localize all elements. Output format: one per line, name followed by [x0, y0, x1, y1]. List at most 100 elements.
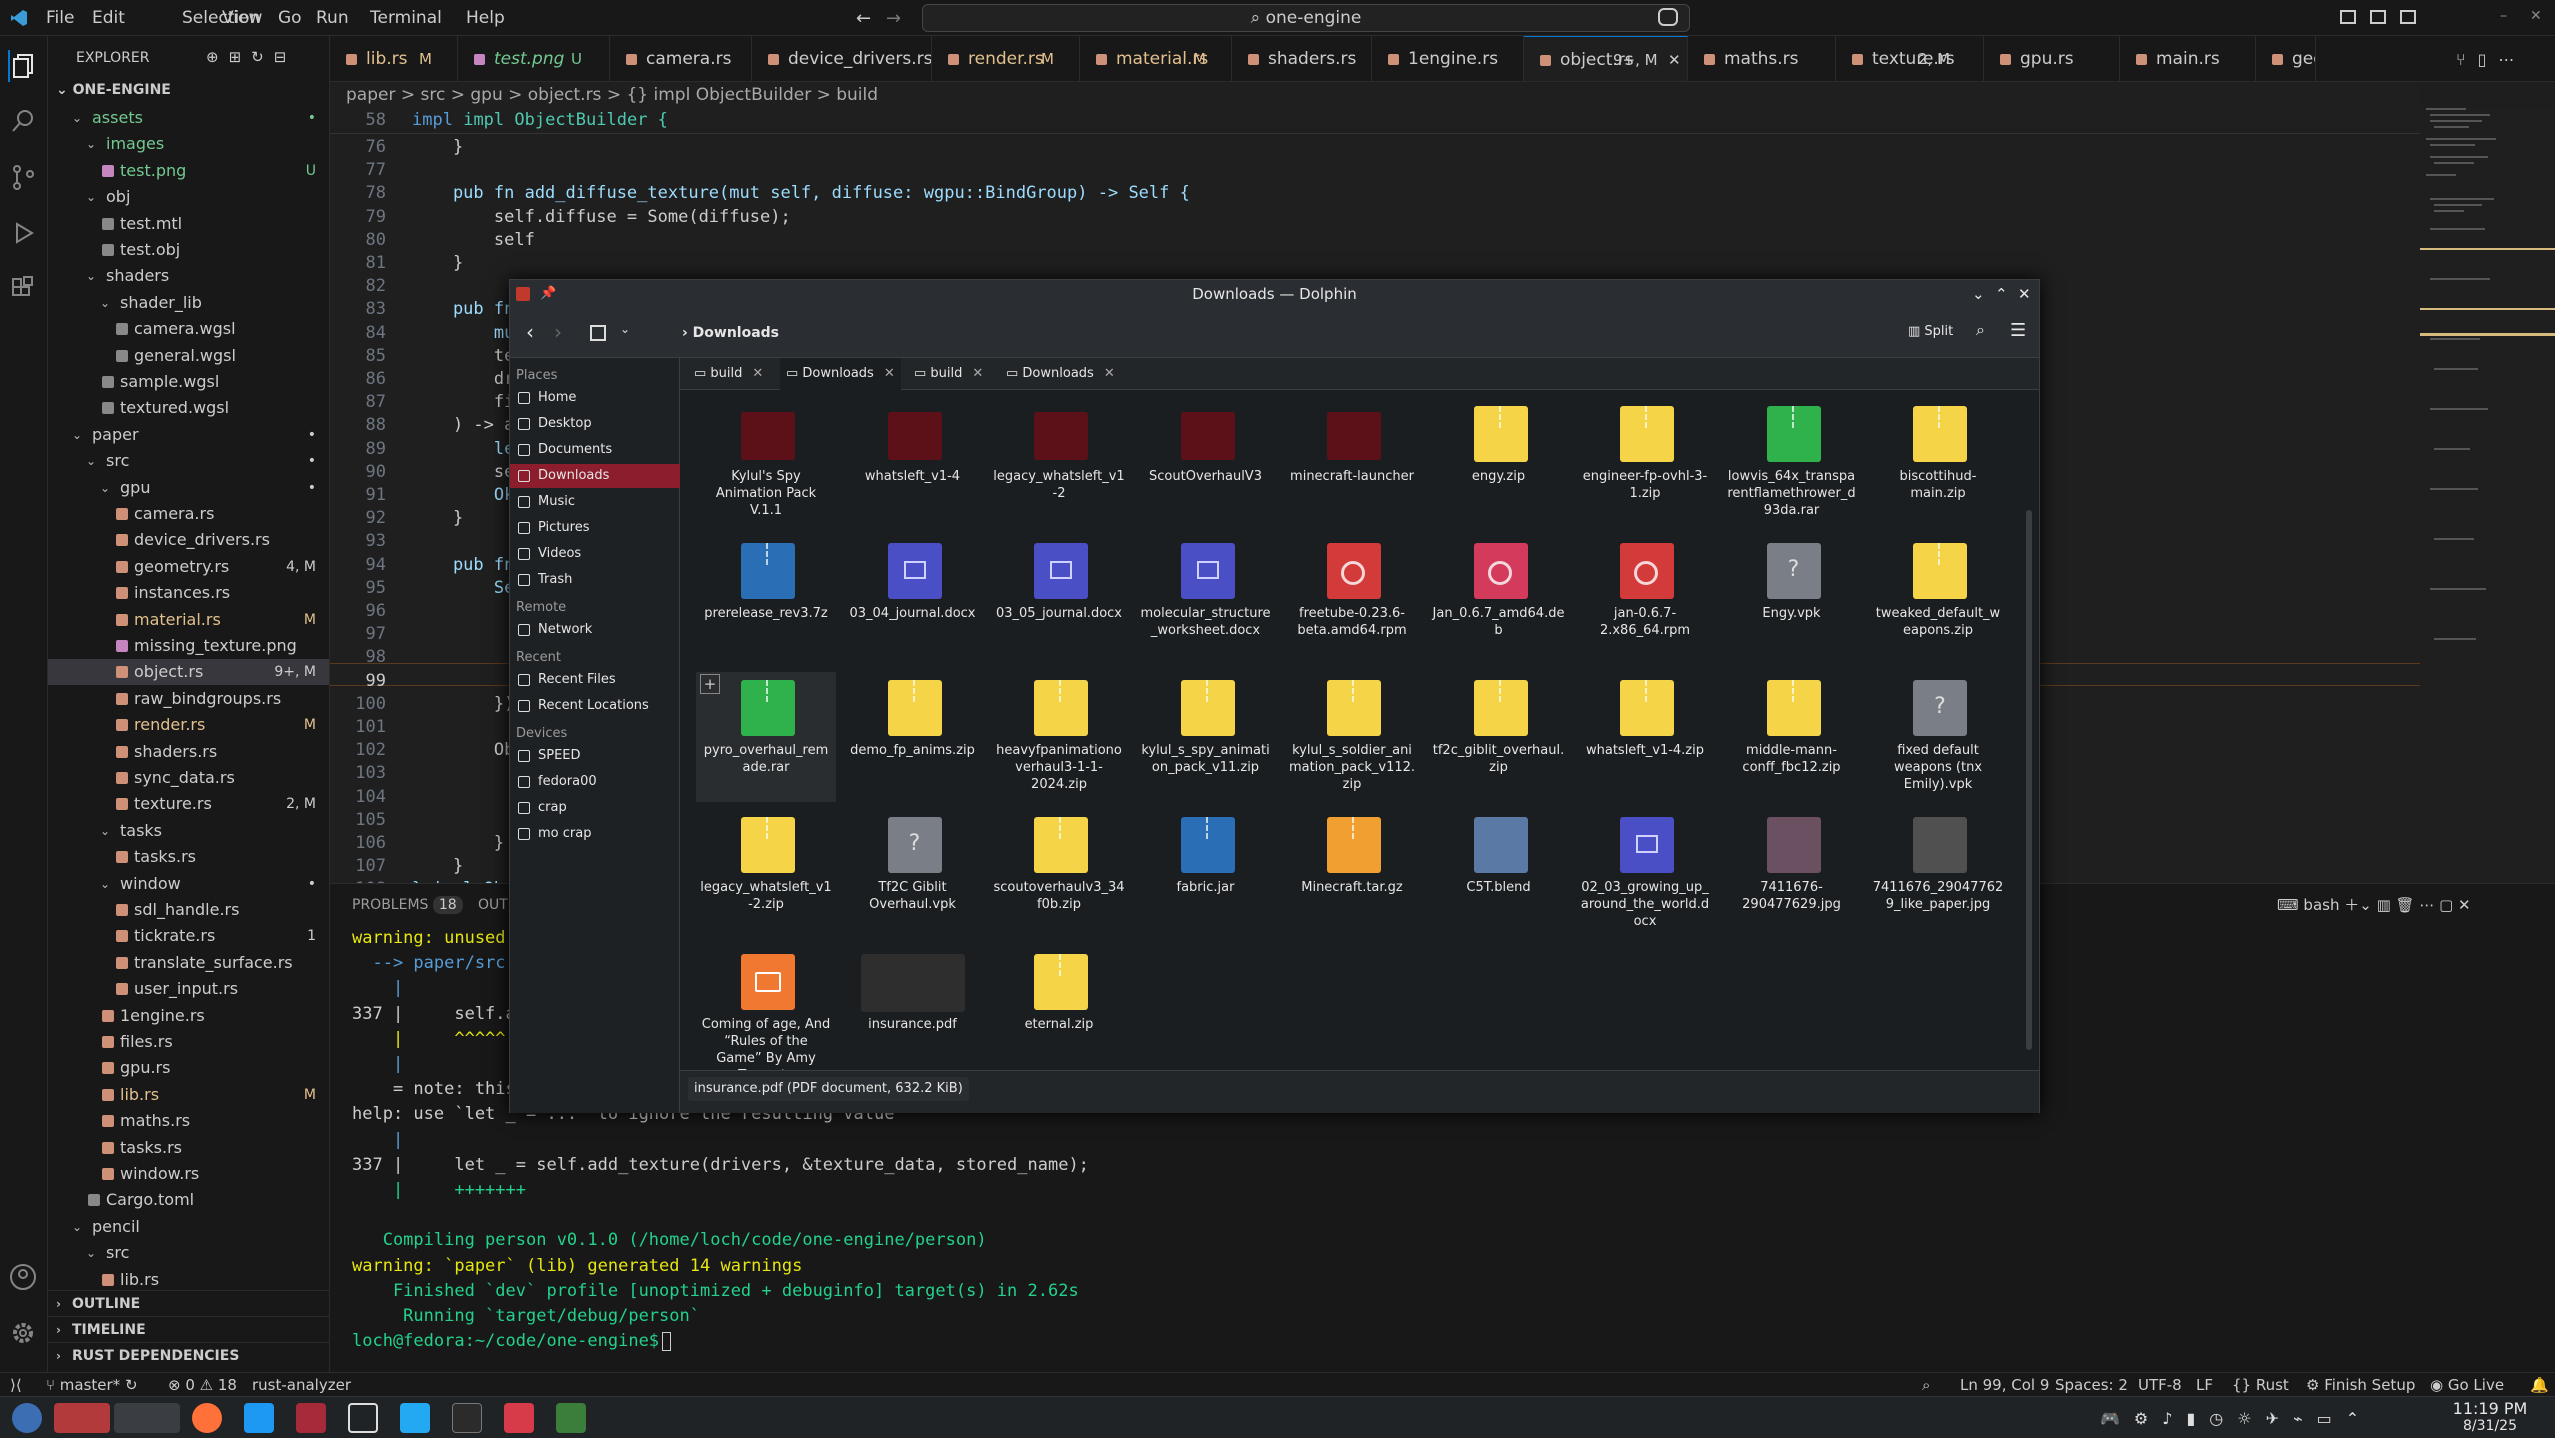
nav-back-icon[interactable]: ‹	[526, 320, 534, 344]
notifications-icon[interactable]: 🔔	[2530, 1373, 2549, 1397]
editor-actions[interactable]: ⑂▯⋯	[2456, 50, 2550, 70]
place-fedora00[interactable]: fedora00	[510, 770, 680, 794]
virtual-desktop-2[interactable]	[114, 1403, 180, 1433]
tab-geom[interactable]: geom	[2256, 36, 2316, 81]
pin-icon[interactable]: 📌	[540, 280, 556, 308]
firefox-icon[interactable]	[192, 1403, 222, 1433]
tree-file[interactable]: device_drivers.rs	[48, 527, 329, 553]
toggle-sidebar-icon[interactable]	[2340, 10, 2356, 24]
place-desktop[interactable]: Desktop	[510, 412, 680, 436]
tab-gpu-rs[interactable]: gpu.rs	[1984, 36, 2120, 81]
file-item[interactable]: middle-mann-conff_fbc12.zip	[1722, 672, 1862, 802]
app-red-icon[interactable]	[504, 1403, 534, 1433]
virtual-desktop-1[interactable]	[54, 1403, 110, 1433]
file-item[interactable]: 03_04_journal.docx	[843, 535, 983, 665]
nav-forward-icon[interactable]: ›	[554, 320, 562, 344]
image-viewer-icon[interactable]	[556, 1403, 586, 1433]
file-item[interactable]: whatsleft_v1-4.zip	[1575, 672, 1715, 802]
tree-folder[interactable]: ⌄ shaders	[48, 263, 329, 289]
file-item[interactable]: ? Tf2C Giblit Overhaul.vpk	[843, 809, 983, 939]
tree-file[interactable]: test.mtl	[48, 211, 329, 237]
tab-1engine-rs[interactable]: 1engine.rs	[1372, 36, 1524, 81]
tab-test-png[interactable]: test.png U	[458, 36, 610, 81]
place-network[interactable]: Network	[510, 618, 680, 642]
tree-file[interactable]: test.png U	[48, 158, 329, 184]
terminal-icon[interactable]	[452, 1403, 482, 1433]
tree-file[interactable]: material.rs M	[48, 607, 329, 633]
tree-folder[interactable]: ⌄ window •	[48, 871, 329, 897]
file-item[interactable]: scoutoverhaulv3_34f0b.zip	[989, 809, 1129, 939]
file-item[interactable]: demo_fp_anims.zip	[843, 672, 983, 802]
tree-file[interactable]: translate_surface.rs	[48, 950, 329, 976]
place-speed[interactable]: SPEED	[510, 744, 680, 768]
tree-folder[interactable]: ⌄ src	[48, 1240, 329, 1266]
tree-file[interactable]: maths.rs	[48, 1108, 329, 1134]
menu-run[interactable]: Run	[316, 0, 349, 36]
finish-setup[interactable]: ⚙ Finish Setup	[2306, 1373, 2415, 1397]
section-rust-dependencies[interactable]: › RUST DEPENDENCIES	[48, 1342, 329, 1368]
tree-file[interactable]: Cargo.toml	[48, 1187, 329, 1213]
file-item[interactable]: legacy_whatsleft_v1-2.zip	[696, 809, 836, 939]
explorer-actions[interactable]: ⊕⊞↻⊟	[206, 48, 296, 66]
window-maximize-icon[interactable]: ⌃	[1995, 280, 2008, 308]
file-item[interactable]: C5T.blend	[1429, 809, 1569, 939]
section-outline[interactable]: › OUTLINE	[48, 1290, 329, 1316]
branch-indicator[interactable]: ⑂ master* ↻	[46, 1373, 138, 1397]
dolphin-tab-0[interactable]: ▭ build ✕	[688, 358, 769, 390]
tab-main-rs[interactable]: main.rs	[2120, 36, 2256, 81]
tab-close-icon[interactable]: ✕	[1668, 37, 1681, 81]
place-downloads[interactable]: Downloads	[510, 464, 680, 488]
tree-folder[interactable]: ⌄ shader_lib	[48, 290, 329, 316]
source-control-icon[interactable]	[8, 162, 40, 194]
settings-gear-icon[interactable]	[8, 1318, 40, 1350]
tab-close-icon[interactable]: ✕	[1104, 366, 1115, 381]
file-item[interactable]: 7411676-290477629.jpg	[1722, 809, 1862, 939]
encoding[interactable]: UTF-8	[2138, 1373, 2182, 1397]
tab-render-rs[interactable]: render.rs M	[932, 36, 1080, 81]
kate-icon[interactable]	[348, 1403, 378, 1433]
tab-lib-rs[interactable]: lib.rs M	[330, 36, 458, 81]
command-center-search[interactable]: ⌕ one-engine	[922, 4, 1690, 32]
tree-file[interactable]: sync_data.rs	[48, 765, 329, 791]
menu-file[interactable]: File	[46, 0, 74, 36]
file-item[interactable]: fabric.jar	[1136, 809, 1276, 939]
tree-file[interactable]: geometry.rs 4, M	[48, 554, 329, 580]
tree-file[interactable]: window.rs	[48, 1161, 329, 1187]
place-home[interactable]: Home	[510, 386, 680, 410]
minimize-icon[interactable]: –	[2500, 8, 2507, 24]
close-icon[interactable]: ✕	[2530, 8, 2542, 24]
tree-file[interactable]: shaders.rs	[48, 739, 329, 765]
tab-object-rs[interactable]: object.rs 9+, M ✕	[1524, 36, 1688, 81]
clock[interactable]: 11:19 PM 8/31/25	[2440, 1399, 2540, 1434]
location-bar[interactable]: › Downloads	[682, 316, 1902, 350]
file-item[interactable]: 02_03_growing_up_around_the_world.docx	[1575, 809, 1715, 939]
file-item[interactable]: biscottihud-main.zip	[1868, 398, 2008, 528]
tree-file[interactable]: render.rs M	[48, 712, 329, 738]
breadcrumb[interactable]: paper > src > gpu > object.rs > {} impl …	[330, 82, 2420, 108]
tab-problems[interactable]: PROBLEMS 18	[352, 884, 463, 926]
file-item[interactable]: prerelease_rev3.7z	[696, 535, 836, 665]
toggle-panel-icon[interactable]	[2370, 10, 2386, 24]
dolphin-tab-3[interactable]: ▭ Downloads ✕	[1000, 358, 1121, 390]
fedora-launcher-icon[interactable]	[12, 1403, 42, 1433]
indentation[interactable]: Spaces: 2	[2055, 1373, 2128, 1397]
place-trash[interactable]: Trash	[510, 568, 680, 592]
tree-file[interactable]: user_input.rs	[48, 976, 329, 1002]
selection-add-icon[interactable]: +	[700, 674, 720, 694]
file-item[interactable]: legacy_whatsleft_v1-2	[989, 398, 1129, 528]
file-item[interactable]: kylul_s_spy_animation_pack_v11.zip	[1136, 672, 1276, 802]
file-item[interactable]: jan-0.6.7-2.x86_64.rpm	[1575, 535, 1715, 665]
scrollbar[interactable]	[2026, 510, 2032, 1050]
tree-file[interactable]: gpu.rs	[48, 1055, 329, 1081]
hamburger-menu-icon[interactable]: ☰	[2010, 320, 2026, 341]
file-item[interactable]: Jan_0.6.7_amd64.deb	[1429, 535, 1569, 665]
file-item[interactable]: minecraft-launcher	[1282, 398, 1422, 528]
forward-arrow-icon[interactable]: →	[886, 8, 901, 29]
tab-texture-rs[interactable]: texture.rs 2, M	[1836, 36, 1984, 81]
tree-file[interactable]: camera.rs	[48, 501, 329, 527]
dolphin-titlebar[interactable]: 📌 Downloads — Dolphin ⌄ ⌃ ✕	[510, 280, 2039, 308]
terminal-shell-selector[interactable]: ⌨ bash ＋⌄ ▥ 🗑 ⋯ ▢ ✕	[2277, 884, 2471, 926]
dolphin-tab-2[interactable]: ▭ build ✕	[908, 358, 989, 390]
split-button[interactable]: ▥ Split	[1908, 324, 1953, 339]
tree-file[interactable]: sample.wgsl	[48, 369, 329, 395]
